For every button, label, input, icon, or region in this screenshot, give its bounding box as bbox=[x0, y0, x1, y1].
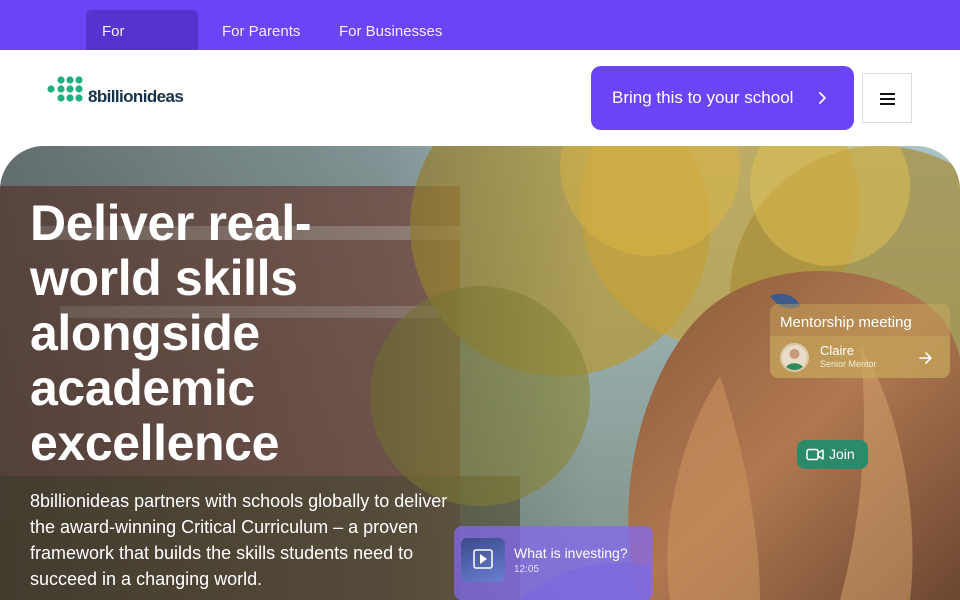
mentor-role: Senior Mentor bbox=[820, 359, 877, 369]
site-header: 8billionideas Bring this to your school bbox=[0, 50, 960, 146]
hero-section: Deliver real-world skills alongside acad… bbox=[0, 146, 960, 600]
mentorship-meeting-card[interactable]: Mentorship meeting Claire Senior Mentor bbox=[770, 304, 950, 378]
audience-nav-bar: For Schools For Parents For Businesses bbox=[0, 0, 960, 84]
chevron-right-icon bbox=[819, 92, 826, 104]
tab-for-businesses[interactable]: For Businesses bbox=[323, 10, 458, 50]
arrow-right-icon[interactable] bbox=[919, 351, 933, 365]
video-camera-icon bbox=[806, 448, 824, 461]
mentor-card-title: Mentorship meeting bbox=[780, 314, 912, 331]
logo-text: 8billionideas bbox=[88, 87, 184, 106]
mentor-name: Claire bbox=[820, 343, 854, 358]
video-duration: 12:05 bbox=[514, 564, 540, 575]
video-title: What is investing? bbox=[514, 545, 628, 561]
play-icon bbox=[473, 549, 493, 569]
video-thumbnail bbox=[461, 538, 505, 582]
menu-button[interactable] bbox=[862, 73, 912, 123]
hero-description: 8billionideas partners with schools glob… bbox=[30, 491, 448, 589]
avatar bbox=[780, 343, 809, 372]
tab-for-schools[interactable]: For Schools bbox=[86, 10, 198, 84]
cta-label: Bring this to your school bbox=[612, 88, 794, 107]
mentor-row: Claire Senior Mentor bbox=[770, 336, 950, 378]
video-card[interactable]: What is investing? 12:05 bbox=[454, 526, 653, 600]
join-label: Join bbox=[829, 446, 855, 462]
bring-to-school-button[interactable]: Bring this to your school bbox=[591, 66, 854, 130]
logo-dots-icon bbox=[47, 76, 83, 102]
hero-title: Deliver real-world skills alongside acad… bbox=[30, 195, 312, 471]
tab-for-parents[interactable]: For Parents bbox=[206, 10, 316, 50]
join-button[interactable]: Join bbox=[797, 440, 868, 469]
